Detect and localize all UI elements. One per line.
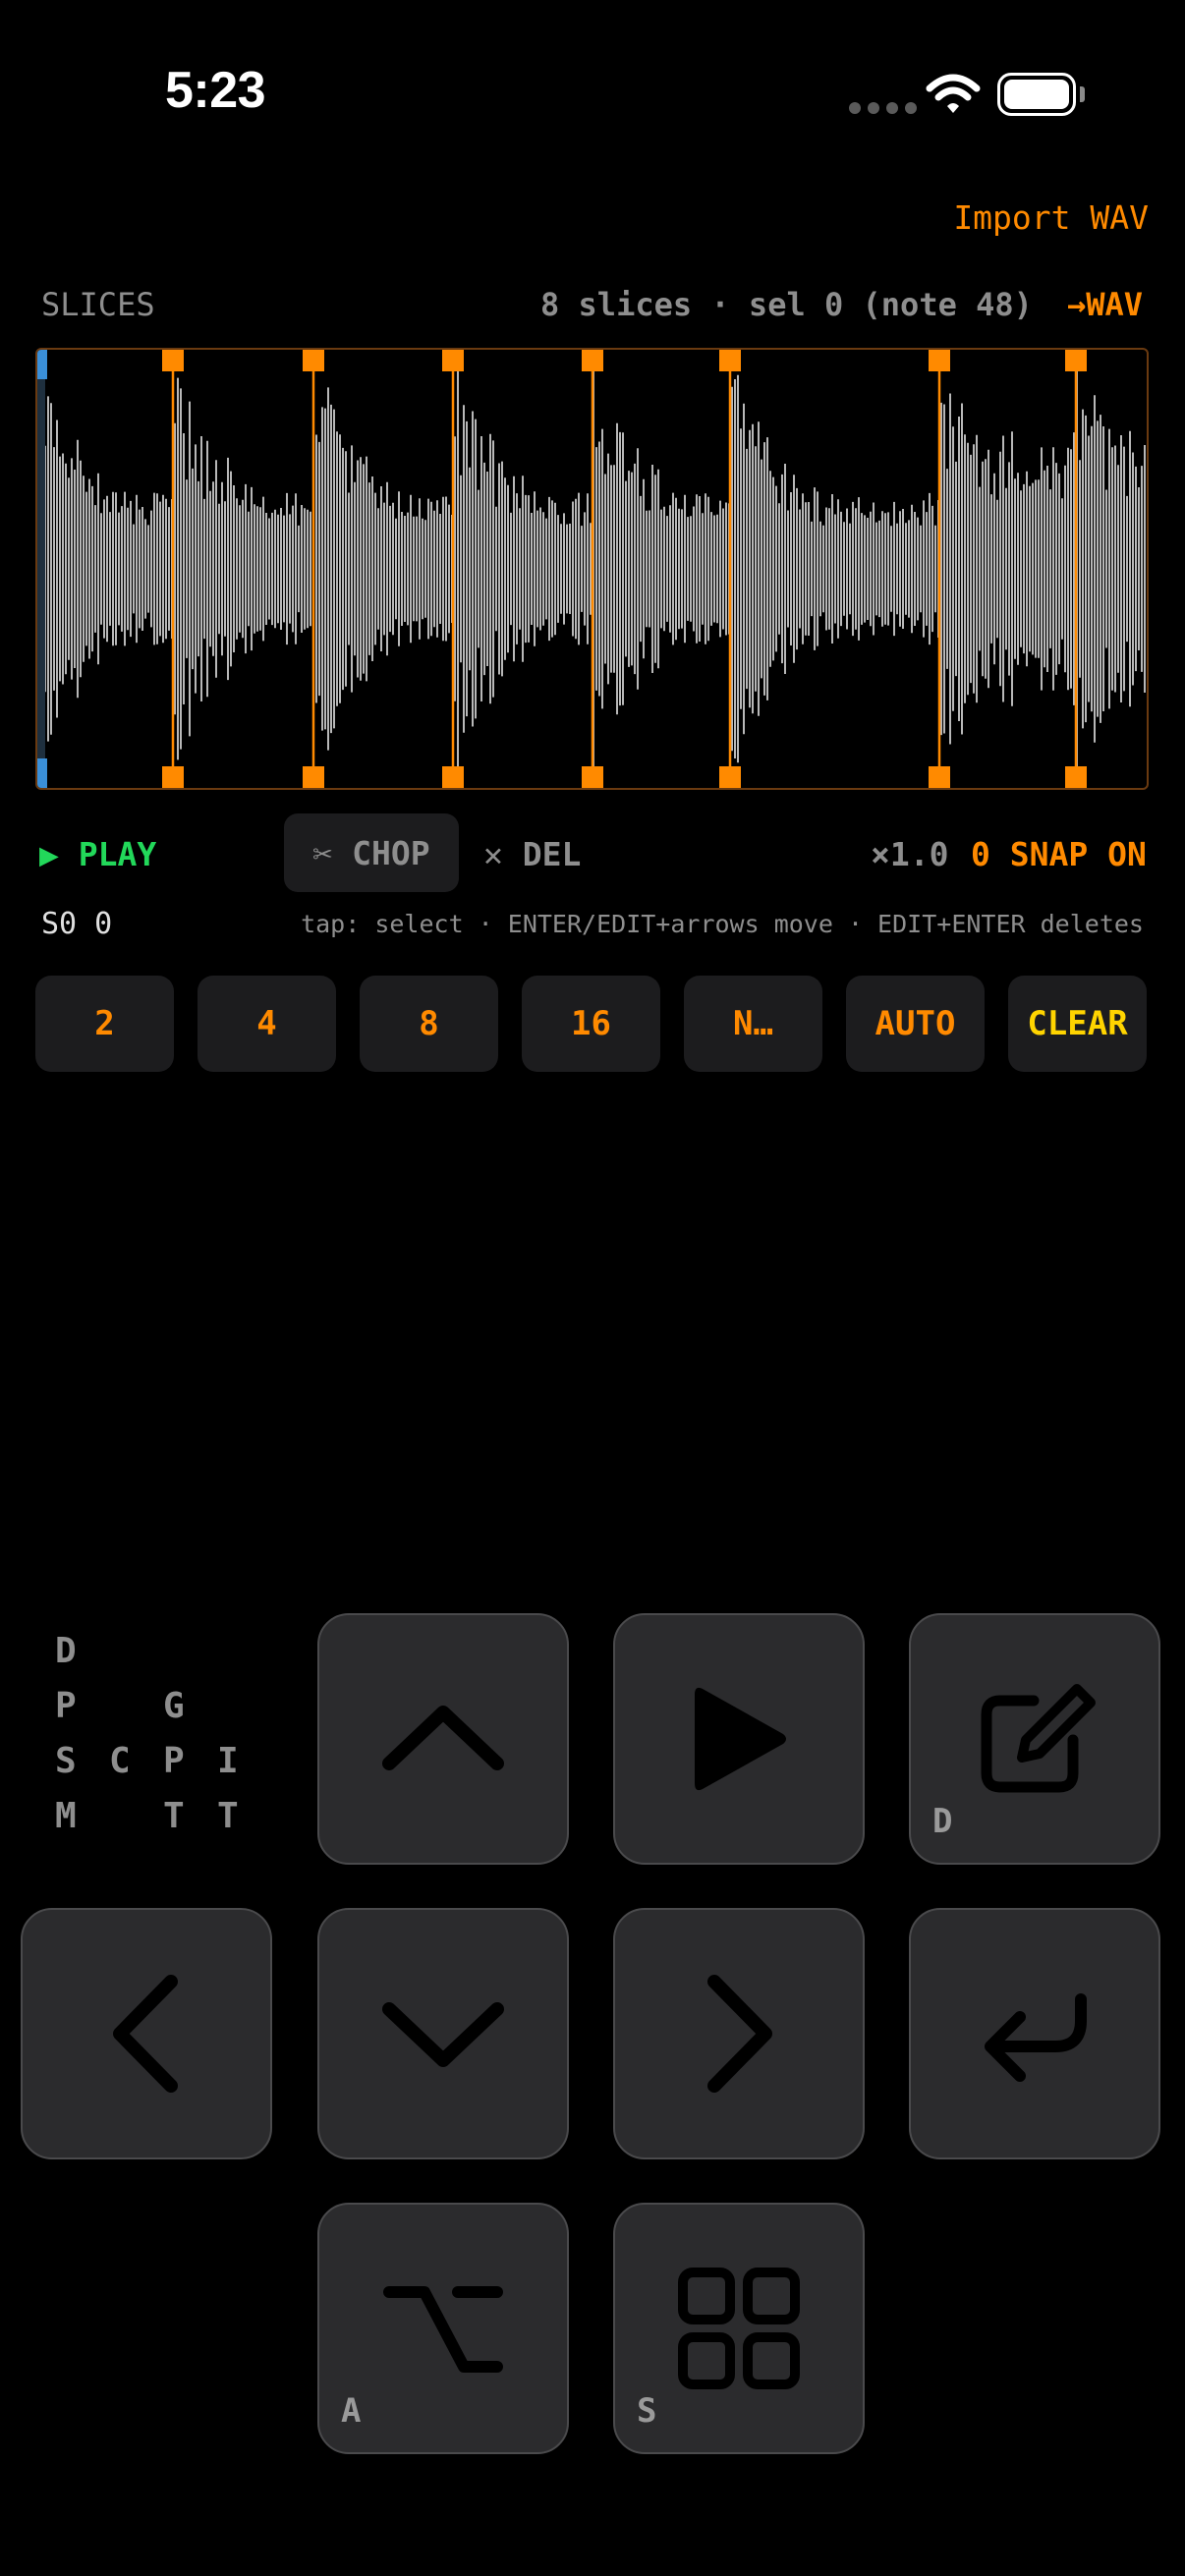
selected-slice-handle-0[interactable] (37, 350, 47, 379)
slice-marker-2[interactable] (303, 350, 324, 788)
export-wav-button[interactable]: →WAV (1067, 286, 1143, 323)
slices-title: SLICES (41, 286, 155, 323)
play-key[interactable] (613, 1613, 865, 1865)
mod-p: P (55, 1686, 77, 1726)
chop-16-button[interactable]: 16 (522, 976, 660, 1072)
up-key[interactable] (317, 1613, 569, 1865)
battery-tip (1080, 86, 1085, 102)
chop-2-button[interactable]: 2 (35, 976, 174, 1072)
chop-8-button[interactable]: 8 (360, 976, 498, 1072)
usage-hint: tap: select · ENTER/EDIT+arrows move · E… (301, 910, 1144, 938)
wifi-icon (926, 73, 981, 120)
auto-chop-button[interactable]: AUTO (846, 976, 985, 1072)
enter-icon (985, 1993, 1087, 2082)
zoom-level[interactable]: ×1.0 (871, 835, 948, 873)
mod-p2: P (163, 1741, 185, 1781)
play-icon (695, 1687, 786, 1791)
mod-m: M (55, 1796, 77, 1836)
mod-c: C (109, 1741, 131, 1781)
mod-s: S (55, 1741, 77, 1781)
chevron-down-icon (382, 2002, 504, 2067)
mod-i: I (217, 1741, 239, 1781)
chop-n-button[interactable]: N… (684, 976, 822, 1072)
chevron-left-icon (113, 1975, 178, 2093)
edit-key[interactable]: D (909, 1613, 1160, 1865)
battery-icon (997, 73, 1076, 116)
chevron-up-icon (382, 1706, 504, 1770)
mod-t: T (163, 1796, 185, 1836)
import-wav-button[interactable]: Import WAV (953, 198, 1149, 237)
mod-d: D (55, 1631, 77, 1671)
chevron-right-icon (707, 1975, 772, 2093)
down-key[interactable] (317, 1908, 569, 2159)
selected-slice-indicator (37, 350, 45, 788)
grid-key-label: S (637, 2391, 657, 2431)
delete-button[interactable]: ✕ DEL (483, 835, 581, 873)
edit-icon (981, 1684, 1096, 1793)
option-key[interactable]: A (317, 2203, 569, 2454)
waveform-svg[interactable] (37, 350, 1147, 788)
mod-t2: T (217, 1796, 239, 1836)
chop-4-button[interactable]: 4 (198, 976, 336, 1072)
snap-toggle[interactable]: 0 SNAP ON (971, 835, 1147, 873)
edit-key-label: D (932, 1802, 953, 1841)
mod-g: G (163, 1686, 185, 1726)
right-key[interactable] (613, 1908, 865, 2159)
waveform-editor[interactable] (35, 348, 1149, 790)
chop-button-row: 2 4 8 16 N… AUTO CLEAR (35, 976, 1147, 1072)
selected-slice-handle-1[interactable] (37, 758, 47, 788)
slice-position: S0 0 (41, 907, 113, 941)
clear-slices-button[interactable]: CLEAR (1008, 976, 1147, 1072)
left-key[interactable] (21, 1908, 272, 2159)
cellular-signal-icon (849, 102, 917, 114)
option-key-label: A (341, 2391, 362, 2431)
slice-info: 8 slices · sel 0 (note 48) (540, 286, 1033, 323)
play-button[interactable]: ▶ PLAY (39, 835, 156, 873)
enter-key[interactable] (909, 1908, 1160, 2159)
grid-icon (678, 2268, 800, 2389)
option-icon (383, 2286, 503, 2373)
status-time: 5:23 (165, 62, 266, 119)
chop-button[interactable]: ✂ CHOP (284, 813, 459, 892)
grid-key[interactable]: S (613, 2203, 865, 2454)
